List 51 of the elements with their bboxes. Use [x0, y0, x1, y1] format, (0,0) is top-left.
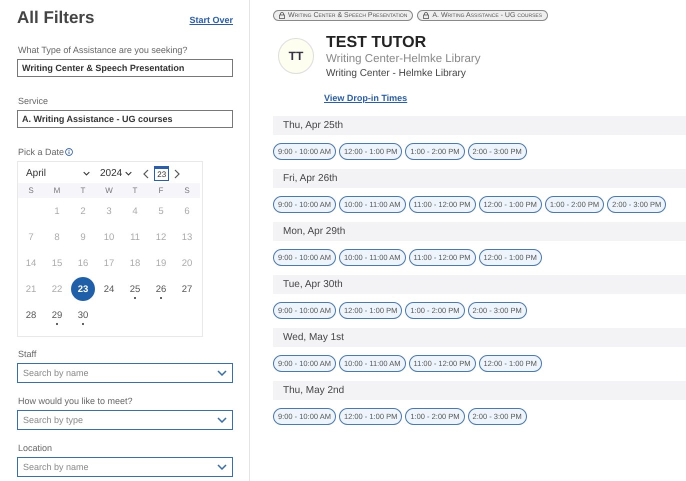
year-select[interactable]: 2024 — [100, 168, 132, 179]
calendar-day[interactable]: 28 — [19, 303, 43, 327]
weekday-label: W — [96, 183, 122, 198]
previous-icon[interactable] — [142, 168, 150, 178]
calendar-day[interactable]: 25 — [123, 277, 147, 301]
field-label: Location — [18, 443, 52, 453]
field-label: Service — [18, 96, 48, 106]
field-label: What Type of Assistance are you seeking? — [18, 45, 188, 55]
weekday-label: M — [44, 183, 70, 198]
start-over-link[interactable]: Start Over — [189, 15, 233, 25]
calendar-day[interactable]: 23 — [71, 277, 95, 301]
chevron-down-icon — [125, 171, 132, 176]
weekday-label: T — [70, 183, 96, 198]
lock-icon — [423, 12, 430, 19]
drop-in-times-link[interactable]: View Drop-in Times — [324, 93, 408, 103]
assistance-field[interactable]: Writing Center & Speech Presentation — [17, 59, 233, 77]
tutor-department: Writing Center-Helmke Library — [326, 53, 480, 65]
dropdown-field[interactable]: Search by name — [17, 363, 233, 383]
chevron-down-icon — [217, 417, 227, 423]
lock-icon — [279, 12, 285, 19]
calendar-day[interactable]: 26 — [149, 277, 173, 301]
dropdown-field[interactable]: Search by name — [17, 457, 233, 477]
avatar: TT — [278, 38, 314, 74]
calendar-day[interactable]: 27 — [175, 277, 199, 301]
date-header: Thu, Apr 25th — [273, 116, 686, 135]
date-header: Wed, May 1st — [273, 328, 686, 347]
panel-title: All Filters — [17, 8, 94, 28]
tutor-location: Writing Center - Helmke Library — [326, 68, 467, 79]
chevron-down-icon — [217, 370, 227, 376]
date-header: Mon, Apr 29th — [273, 222, 686, 241]
field-label: How would you like to meet? — [18, 396, 133, 406]
date-header: Fri, Apr 26th — [273, 169, 686, 188]
weekday-label: T — [122, 183, 148, 198]
calendar-day[interactable]: 24 — [97, 277, 121, 301]
info-icon[interactable] — [65, 148, 74, 156]
weekday-label: S — [174, 183, 200, 198]
month-select[interactable]: April — [26, 168, 90, 179]
field-label: Pick a Date — [18, 147, 64, 157]
service-field[interactable]: A. Writing Assistance - UG courses — [17, 110, 233, 128]
tutor-name: TEST TUTOR — [326, 34, 428, 52]
chevron-down-icon — [83, 171, 90, 176]
calendar-day[interactable]: 30 — [71, 303, 95, 327]
field-label: Staff — [18, 349, 36, 359]
weekday-label: F — [148, 183, 174, 198]
date-header: Tue, Apr 30th — [273, 275, 686, 294]
weekday-label: S — [18, 183, 44, 198]
date-header: Thu, May 2nd — [273, 381, 686, 400]
dropdown-field[interactable]: Search by type — [17, 410, 233, 430]
next-icon[interactable] — [173, 168, 182, 178]
calendar-day[interactable]: 29 — [45, 303, 69, 327]
chevron-down-icon — [217, 464, 227, 470]
